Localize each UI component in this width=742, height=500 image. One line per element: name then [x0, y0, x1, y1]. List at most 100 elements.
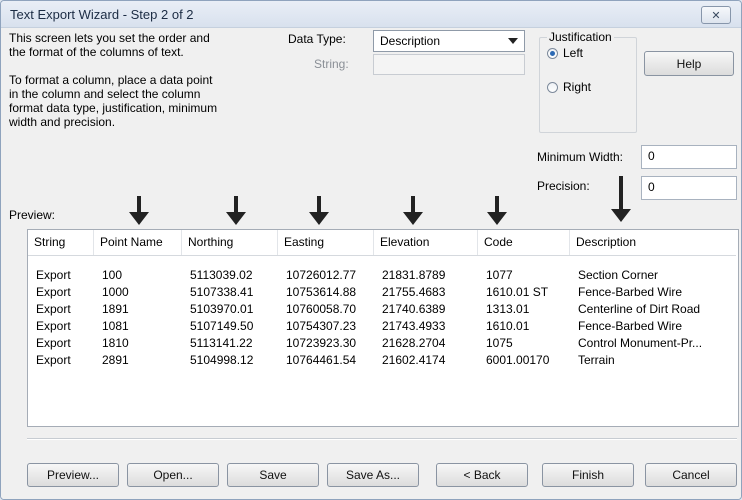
- precision-label: Precision:: [537, 179, 590, 193]
- data-type-dropdown[interactable]: Description: [373, 30, 525, 52]
- table-cell: Export: [36, 319, 71, 333]
- justify-left-radio[interactable]: Left: [547, 46, 583, 60]
- preview-button[interactable]: Preview...: [27, 463, 119, 487]
- table-cell: 10754307.23: [286, 319, 357, 333]
- string-input[interactable]: [373, 54, 525, 75]
- instructions-line: format data type, justification, minimum: [9, 101, 218, 115]
- table-cell: Terrain: [578, 353, 615, 367]
- table-cell: 21740.6389: [382, 302, 446, 316]
- table-row[interactable]: Export 1000 5107338.41 10753614.88 21755…: [28, 284, 736, 301]
- instructions-line: This screen lets you set the order and: [9, 31, 210, 45]
- table-cell: 5104998.12: [190, 353, 254, 367]
- table-cell: 21628.2704: [382, 336, 446, 350]
- open-button-label: Open...: [153, 468, 193, 482]
- instructions-text: This screen lets you set the order and t…: [9, 31, 269, 129]
- table-cell: 1075: [486, 336, 513, 350]
- table-cell: 1891: [102, 302, 129, 316]
- table-cell: Section Corner: [578, 268, 659, 282]
- table-cell: Centerline of Dirt Road: [578, 302, 701, 316]
- table-cell: 5103970.01: [190, 302, 254, 316]
- table-cell: 21602.4174: [382, 353, 446, 367]
- back-button[interactable]: < Back: [436, 463, 528, 487]
- finish-button[interactable]: Finish: [542, 463, 634, 487]
- text-export-wizard-window: Text Export Wizard - Step 2 of 2 ✕ This …: [0, 0, 742, 500]
- justify-left-label: Left: [563, 46, 584, 60]
- table-cell: 1610.01: [486, 319, 530, 333]
- table-cell: 21755.4683: [382, 285, 446, 299]
- minimum-width-input[interactable]: 0: [641, 145, 737, 169]
- preview-button-label: Preview...: [46, 468, 100, 482]
- help-button[interactable]: Help: [644, 51, 734, 76]
- data-type-value: Description: [380, 34, 441, 48]
- table-cell: Fence-Barbed Wire: [578, 319, 683, 333]
- radio-unselected-icon: [547, 81, 558, 93]
- table-cell: Control Monument-Pr...: [578, 336, 703, 350]
- save-as-button[interactable]: Save As...: [327, 463, 419, 487]
- table-cell: 5107338.41: [190, 285, 254, 299]
- instructions-line: To format a column, place a data point: [9, 73, 213, 87]
- save-button[interactable]: Save: [227, 463, 319, 487]
- justify-right-radio[interactable]: Right: [547, 80, 591, 94]
- arrow-down-icon: [403, 196, 423, 226]
- table-cell: 6001.00170: [486, 353, 550, 367]
- table-row[interactable]: Export 1081 5107149.50 10754307.23 21743…: [28, 318, 736, 335]
- table-cell: Export: [36, 285, 71, 299]
- close-icon: ✕: [711, 9, 721, 22]
- instructions-line: the format of the columns of text.: [9, 45, 184, 59]
- cancel-button[interactable]: Cancel: [645, 463, 737, 487]
- table-row[interactable]: Export 1891 5103970.01 10760058.70 21740…: [28, 301, 736, 318]
- arrow-down-icon: [129, 196, 149, 226]
- table-cell: 10764461.54: [286, 353, 357, 367]
- instructions-line: width and precision.: [9, 115, 116, 129]
- table-cell: Export: [36, 353, 71, 367]
- help-button-label: Help: [676, 56, 702, 71]
- column-header-code[interactable]: Code: [478, 230, 570, 255]
- divider: [27, 438, 737, 440]
- table-row[interactable]: Export 2891 5104998.12 10764461.54 21602…: [28, 352, 736, 369]
- table-row[interactable]: Export 1810 5113141.22 10723923.30 21628…: [28, 335, 736, 352]
- column-header-string[interactable]: String: [28, 230, 94, 255]
- open-button[interactable]: Open...: [127, 463, 219, 487]
- justify-right-label: Right: [563, 80, 592, 94]
- column-header-point-name[interactable]: Point Name: [94, 230, 182, 255]
- column-header-northing[interactable]: Northing: [182, 230, 278, 255]
- title-bar: Text Export Wizard - Step 2 of 2 ✕: [1, 1, 741, 28]
- table-row[interactable]: Export 100 5113039.02 10726012.77 21831.…: [28, 267, 736, 284]
- preview-table[interactable]: String Point Name Northing Easting Eleva…: [27, 229, 739, 427]
- save-button-label: Save: [259, 468, 287, 482]
- table-cell: 1081: [102, 319, 129, 333]
- table-cell: 1810: [102, 336, 129, 350]
- finish-button-label: Finish: [571, 468, 604, 482]
- cancel-button-label: Cancel: [672, 468, 710, 482]
- chevron-down-icon: [508, 38, 518, 44]
- table-cell: 5113039.02: [190, 268, 253, 282]
- table-cell: 1313.01: [486, 302, 530, 316]
- table-cell: 5113141.22: [190, 336, 253, 350]
- column-header-elevation[interactable]: Elevation: [374, 230, 478, 255]
- table-cell: 21743.4933: [382, 319, 446, 333]
- data-type-label: Data Type:: [288, 32, 346, 46]
- column-header-description[interactable]: Description: [570, 230, 736, 255]
- table-cell: 10726012.77: [286, 268, 357, 282]
- table-cell: Export: [36, 302, 71, 316]
- minimum-width-label: Minimum Width:: [537, 150, 624, 164]
- back-button-label: < Back: [463, 468, 501, 482]
- table-cell: Export: [36, 268, 71, 282]
- table-cell: 10723923.30: [286, 336, 357, 350]
- column-header-easting[interactable]: Easting: [278, 230, 374, 255]
- table-cell: 1000: [102, 285, 129, 299]
- close-button[interactable]: ✕: [701, 6, 731, 24]
- table-cell: 1610.01 ST: [486, 285, 549, 299]
- wizard-body: This screen lets you set the order and t…: [1, 28, 741, 499]
- preview-label: Preview:: [9, 208, 56, 222]
- table-cell: 10760058.70: [286, 302, 357, 316]
- table-cell: 2891: [102, 353, 129, 367]
- save-as-button-label: Save As...: [345, 468, 401, 482]
- arrow-down-icon: [487, 196, 507, 226]
- table-cell: 100: [102, 268, 123, 282]
- table-header: String Point Name Northing Easting Eleva…: [28, 230, 736, 256]
- string-label: String:: [314, 57, 349, 71]
- arrow-down-icon: [309, 196, 329, 226]
- precision-input[interactable]: 0: [641, 176, 737, 200]
- table-cell: 21831.8789: [382, 268, 446, 282]
